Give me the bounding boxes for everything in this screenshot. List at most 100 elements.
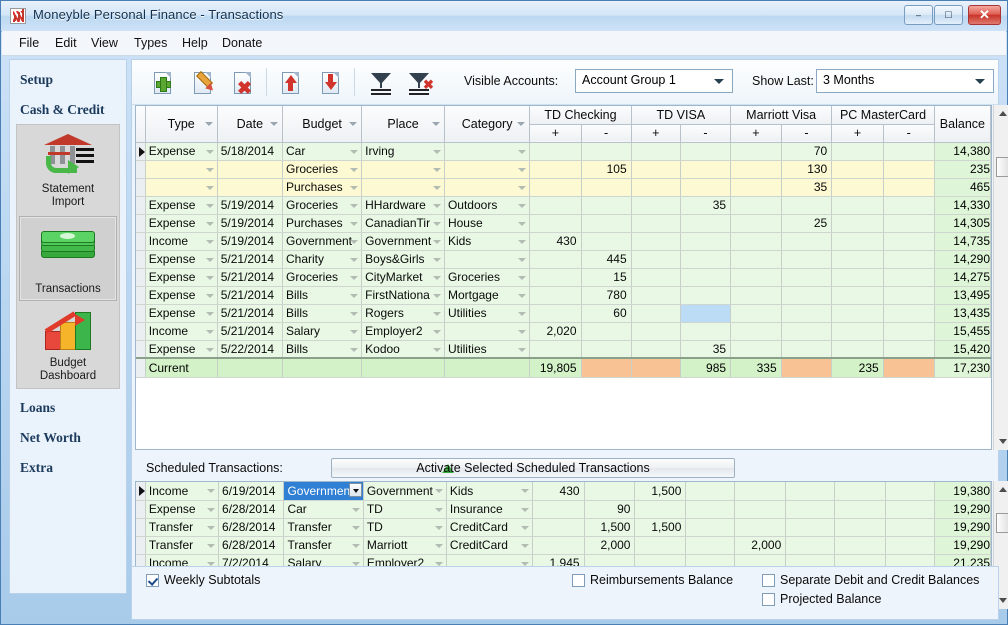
cell-type[interactable]: Income bbox=[145, 232, 217, 250]
account-plus-header[interactable]: + bbox=[832, 124, 883, 142]
cell-tdc_m[interactable]: 1,500 bbox=[584, 518, 635, 536]
sidebar-header-net-worth[interactable]: Net Worth bbox=[20, 430, 81, 446]
add-transaction-button[interactable] bbox=[144, 66, 184, 98]
account-plus-header[interactable]: + bbox=[731, 124, 782, 142]
row-selector[interactable] bbox=[136, 518, 145, 536]
cell-place[interactable]: CityMarket bbox=[362, 268, 445, 286]
row-selector[interactable] bbox=[136, 214, 145, 232]
cell-budget[interactable]: Government bbox=[284, 482, 363, 500]
sidebar-header-extra[interactable]: Extra bbox=[20, 460, 53, 476]
cell-category[interactable]: Kids bbox=[446, 482, 532, 500]
cell-type[interactable]: Expense bbox=[145, 500, 218, 518]
row-selector[interactable] bbox=[136, 232, 145, 250]
cell-category[interactable]: Mortgage bbox=[444, 286, 529, 304]
visible-accounts-select[interactable]: Account Group 1 bbox=[575, 69, 733, 93]
menu-edit[interactable]: Edit bbox=[50, 35, 82, 52]
cell-place[interactable]: Boys&Girls bbox=[362, 250, 445, 268]
row-selector[interactable] bbox=[136, 322, 145, 340]
cell-category[interactable]: Utilities bbox=[444, 304, 529, 322]
cell-tdc_p[interactable]: 430 bbox=[533, 482, 584, 500]
cell-mar_m[interactable]: 25 bbox=[781, 214, 832, 232]
cell-type[interactable]: Expense bbox=[145, 268, 217, 286]
cell-date[interactable]: 6/28/2014 bbox=[219, 536, 284, 554]
cell-budget[interactable]: Groceries bbox=[282, 196, 361, 214]
cell-pcm_m[interactable] bbox=[886, 482, 935, 500]
cell-tdc_m[interactable] bbox=[581, 196, 631, 214]
cell-tdv_p[interactable] bbox=[631, 250, 680, 268]
cell-date[interactable] bbox=[217, 178, 282, 196]
cell-balance[interactable]: 235 bbox=[934, 160, 990, 178]
account-minus-header[interactable]: - bbox=[781, 124, 832, 142]
account-header[interactable]: PC MasterCard bbox=[832, 106, 935, 124]
table-row[interactable]: Income5/21/2014SalaryEmployer22,02015,45… bbox=[136, 322, 991, 340]
cell-category[interactable] bbox=[444, 178, 529, 196]
cell-tdc_p[interactable] bbox=[530, 340, 581, 358]
cell-type[interactable]: Expense bbox=[145, 214, 217, 232]
cell-balance[interactable]: 19,290 bbox=[935, 536, 991, 554]
cell-tdc_m[interactable]: 105 bbox=[581, 160, 631, 178]
close-button[interactable]: ✕ bbox=[968, 5, 1001, 25]
menu-file[interactable]: File bbox=[14, 35, 44, 52]
cell-mar_m[interactable] bbox=[781, 250, 832, 268]
cell-tdc_p[interactable] bbox=[533, 500, 584, 518]
cell-tdv_m[interactable] bbox=[680, 142, 730, 160]
menu-donate[interactable]: Donate bbox=[217, 35, 267, 52]
cell-tdc_m[interactable] bbox=[581, 340, 631, 358]
cell-tdv_m[interactable] bbox=[680, 160, 730, 178]
cell-tdv_m[interactable] bbox=[686, 482, 735, 500]
cell-tdv_m[interactable] bbox=[680, 304, 730, 322]
table-row[interactable]: Expense6/28/2014CarTDInsurance9019,290 bbox=[136, 500, 991, 518]
scroll-down-button[interactable] bbox=[994, 433, 1008, 450]
cell-tdv_m[interactable] bbox=[680, 232, 730, 250]
cell-pcm_m[interactable] bbox=[883, 304, 934, 322]
cell-budget[interactable]: Car bbox=[284, 500, 363, 518]
scroll-thumb[interactable] bbox=[996, 513, 1008, 533]
cell-date[interactable]: 5/18/2014 bbox=[217, 142, 282, 160]
account-minus-header[interactable]: - bbox=[883, 124, 934, 142]
cell-tdv_m[interactable] bbox=[680, 214, 730, 232]
move-up-button[interactable] bbox=[272, 66, 312, 98]
cell-mar_m[interactable]: 35 bbox=[781, 178, 832, 196]
sidebar-header-loans[interactable]: Loans bbox=[20, 400, 55, 416]
cell-pcm_m[interactable] bbox=[886, 518, 935, 536]
cell-tdc_m[interactable] bbox=[581, 322, 631, 340]
cell-balance[interactable]: 19,290 bbox=[935, 518, 991, 536]
row-selector[interactable] bbox=[136, 178, 145, 196]
cell-pcm_m[interactable] bbox=[883, 250, 934, 268]
cell-mar_m[interactable] bbox=[786, 536, 835, 554]
cell-category[interactable]: House bbox=[444, 214, 529, 232]
cell-tdc_p[interactable]: 2,020 bbox=[530, 322, 581, 340]
cell-pcm_p[interactable] bbox=[832, 286, 883, 304]
cell-type[interactable]: Income bbox=[145, 322, 217, 340]
cell-mar_m[interactable] bbox=[781, 322, 832, 340]
cell-mar_p[interactable] bbox=[735, 482, 786, 500]
cell-type[interactable]: Expense bbox=[145, 196, 217, 214]
cell-place[interactable]: TD bbox=[363, 518, 446, 536]
column-header-type[interactable]: Type bbox=[145, 106, 217, 142]
cell-date[interactable]: 5/19/2014 bbox=[217, 232, 282, 250]
cell-mar_p[interactable]: 2,000 bbox=[735, 536, 786, 554]
cell-date[interactable]: 5/21/2014 bbox=[217, 250, 282, 268]
cell-mar_p[interactable] bbox=[735, 518, 786, 536]
cell-tdc_m[interactable] bbox=[584, 482, 635, 500]
cell-pcm_m[interactable] bbox=[883, 286, 934, 304]
cell-tdv_m[interactable] bbox=[686, 518, 735, 536]
cell-tdv_m[interactable]: 35 bbox=[680, 340, 730, 358]
cell-place[interactable]: Rogers bbox=[362, 304, 445, 322]
cell-budget[interactable]: Bills bbox=[282, 304, 361, 322]
cell-tdv_p[interactable] bbox=[631, 160, 680, 178]
cell-balance[interactable]: 13,435 bbox=[934, 304, 990, 322]
cell-category[interactable]: Kids bbox=[444, 232, 529, 250]
table-row[interactable]: Transfer6/28/2014TransferTDCreditCard1,5… bbox=[136, 518, 991, 536]
table-row[interactable]: Income6/19/2014GovernmentGovernmentKids4… bbox=[136, 482, 991, 500]
cell-mar_p[interactable] bbox=[731, 322, 782, 340]
cell-mar_m[interactable] bbox=[781, 304, 832, 322]
cell-pcm_m[interactable] bbox=[883, 340, 934, 358]
column-header-place[interactable]: Place bbox=[362, 106, 445, 142]
cell-balance[interactable]: 14,735 bbox=[934, 232, 990, 250]
cell-type[interactable] bbox=[145, 160, 217, 178]
cell-date[interactable]: 6/28/2014 bbox=[219, 518, 284, 536]
delete-transaction-button[interactable]: ✖ bbox=[224, 66, 264, 98]
table-row[interactable]: Purchases35465 bbox=[136, 178, 991, 196]
cell-mar_m[interactable] bbox=[786, 518, 835, 536]
